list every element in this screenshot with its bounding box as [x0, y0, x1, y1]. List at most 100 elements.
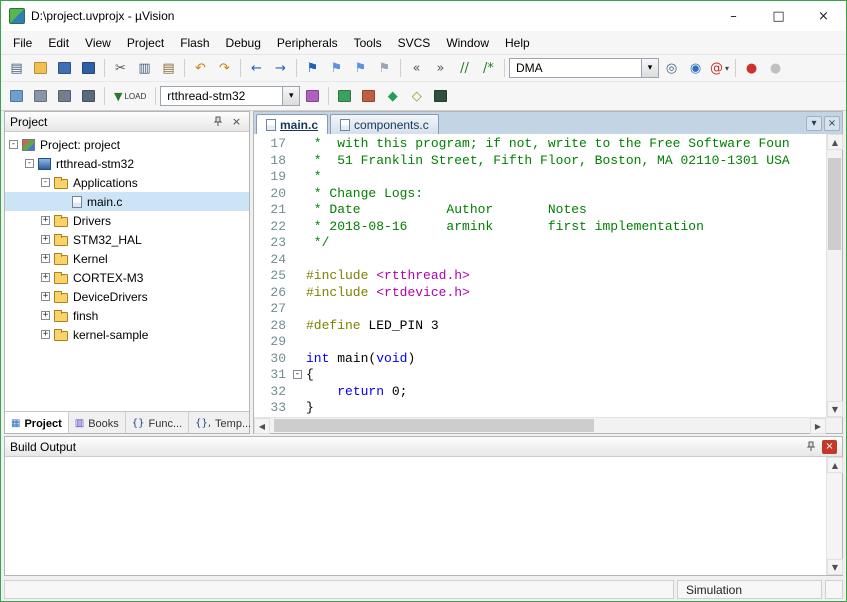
menu-tools[interactable]: Tools [346, 33, 390, 53]
editor-tab-main-c[interactable]: main.c [256, 114, 328, 134]
open-file-button[interactable] [29, 58, 52, 79]
scrollbar-thumb[interactable] [274, 419, 594, 432]
target-combo[interactable]: rtthread-stm32▾ [160, 86, 300, 106]
minimize-button[interactable]: – [711, 1, 756, 31]
redo-button[interactable]: ↷ [213, 58, 236, 79]
navigate-back-button[interactable]: ← [245, 58, 268, 79]
menu-svcs[interactable]: SVCS [390, 33, 439, 53]
manage-run-time-environment-button[interactable] [333, 86, 356, 107]
tab-list-icon[interactable]: ▾ [806, 116, 822, 131]
menu-file[interactable]: File [5, 33, 40, 53]
select-software-packs-button[interactable]: ◇ [405, 86, 428, 107]
tree-item-finsh[interactable]: +finsh [5, 306, 249, 325]
tree-item-devicedrivers[interactable]: +DeviceDrivers [5, 287, 249, 306]
build-output-header[interactable]: Build Output × [5, 437, 842, 457]
close-button[interactable]: × [801, 1, 846, 31]
build-output-content[interactable] [5, 457, 826, 575]
pin-icon[interactable] [210, 115, 225, 129]
indent-button[interactable]: » [429, 58, 452, 79]
pack-installer-button[interactable]: ◆ [381, 86, 404, 107]
insert-breakpoint-button[interactable]: ● [764, 58, 787, 79]
next-bookmark-button[interactable]: ⚑ [349, 58, 372, 79]
expand-icon[interactable]: + [41, 311, 50, 320]
start-stop-debug-button[interactable]: ● [740, 58, 763, 79]
menu-window[interactable]: Window [438, 33, 497, 53]
expand-icon[interactable]: + [41, 330, 50, 339]
expand-icon[interactable]: + [41, 216, 50, 225]
new-file-button[interactable]: ▤ [5, 58, 28, 79]
tree-item-drivers[interactable]: +Drivers [5, 211, 249, 230]
scrollbar-thumb[interactable] [828, 158, 841, 250]
menu-debug[interactable]: Debug [218, 33, 269, 53]
tree-item-kernel[interactable]: +Kernel [5, 249, 249, 268]
scroll-left-icon[interactable]: ◀ [254, 418, 270, 434]
menu-project[interactable]: Project [119, 33, 172, 53]
incremental-find-button[interactable]: ◉ [684, 58, 707, 79]
expand-icon[interactable]: + [41, 292, 50, 301]
panel-tab-func[interactable]: {}Func... [126, 412, 189, 433]
menu-view[interactable]: View [77, 33, 119, 53]
insert-bookmark-button[interactable]: ⚑ [301, 58, 324, 79]
navigate-forward-button[interactable]: → [269, 58, 292, 79]
tree-item-rtthread-stm32[interactable]: -rtthread-stm32 [5, 154, 249, 173]
tree-item-applications[interactable]: -Applications [5, 173, 249, 192]
copy-button[interactable]: ▥ [133, 58, 156, 79]
build-target-button[interactable] [29, 86, 52, 107]
tree-item-kernel-sample[interactable]: +kernel-sample [5, 325, 249, 344]
scroll-up-icon[interactable]: ▲ [827, 457, 843, 473]
comment-selection-button[interactable]: // [453, 58, 476, 79]
paste-button[interactable]: ▤ [157, 58, 180, 79]
scroll-up-icon[interactable]: ▲ [827, 134, 843, 150]
debug-session-windows-button[interactable] [429, 86, 452, 107]
tree-item-main-c[interactable]: main.c [5, 192, 249, 211]
menu-peripherals[interactable]: Peripherals [269, 33, 346, 53]
scroll-down-icon[interactable]: ▼ [827, 401, 843, 417]
project-panel-header[interactable]: Project × [5, 112, 249, 132]
save-all-button[interactable] [77, 58, 100, 79]
close-document-icon[interactable]: × [824, 116, 840, 131]
outdent-button[interactable]: « [405, 58, 428, 79]
editor-tab-components-c[interactable]: components.c [330, 114, 439, 134]
batch-build-button[interactable] [77, 86, 100, 107]
scroll-down-icon[interactable]: ▼ [827, 559, 843, 575]
scrollbar-track[interactable] [827, 473, 842, 559]
title-bar[interactable]: D:\project.uvprojx - µVision – □ × [1, 1, 846, 31]
expand-icon[interactable]: + [41, 273, 50, 282]
find-combo[interactable]: DMA▾ [509, 58, 659, 78]
output-vertical-scrollbar[interactable]: ▲ ▼ [826, 457, 842, 575]
clear-bookmarks-button[interactable]: ⚑ [373, 58, 396, 79]
find-combo-dropdown-icon[interactable]: ▾ [641, 59, 658, 77]
panel-tab-temp[interactable]: {},Temp... [189, 412, 258, 433]
scroll-right-icon[interactable]: ▶ [810, 418, 826, 434]
undo-button[interactable]: ↶ [189, 58, 212, 79]
editor-horizontal-scrollbar[interactable]: ◀ ▶ [254, 417, 842, 433]
fold-collapse-icon[interactable]: - [293, 370, 302, 379]
menu-edit[interactable]: Edit [40, 33, 77, 53]
find-in-files-button[interactable]: ◎ [660, 58, 683, 79]
translate-file-button[interactable] [5, 86, 28, 107]
editor-vertical-scrollbar[interactable]: ▲ ▼ [826, 134, 842, 417]
previous-bookmark-button[interactable]: ⚑ [325, 58, 348, 79]
panel-tab-project[interactable]: ▦Project [5, 412, 69, 433]
target-combo-dropdown-icon[interactable]: ▾ [282, 87, 299, 105]
rebuild-all-button[interactable] [53, 86, 76, 107]
expand-icon[interactable]: + [41, 254, 50, 263]
collapse-icon[interactable]: - [41, 178, 50, 187]
tree-item-project-project[interactable]: -Project: project [5, 135, 249, 154]
scrollbar-track[interactable] [270, 418, 810, 433]
expand-icon[interactable]: + [41, 235, 50, 244]
maximize-button[interactable]: □ [756, 1, 801, 31]
save-button[interactable] [53, 58, 76, 79]
scrollbar-track[interactable] [827, 150, 842, 401]
panel-tab-books[interactable]: ▥Books [69, 412, 126, 433]
help-search-dropdown-icon[interactable]: ▾ [725, 64, 729, 73]
code-editor[interactable]: 17 * with this program; if not, write to… [254, 134, 826, 417]
close-panel-icon[interactable]: × [822, 440, 837, 454]
menu-flash[interactable]: Flash [172, 33, 217, 53]
manage-project-items-button[interactable] [357, 86, 380, 107]
options-for-target-button[interactable] [301, 86, 324, 107]
tree-item-stm32-hal[interactable]: +STM32_HAL [5, 230, 249, 249]
close-panel-icon[interactable]: × [229, 115, 244, 129]
collapse-icon[interactable]: - [9, 140, 18, 149]
download-to-flash-button[interactable]: ▼LOAD [109, 86, 151, 107]
